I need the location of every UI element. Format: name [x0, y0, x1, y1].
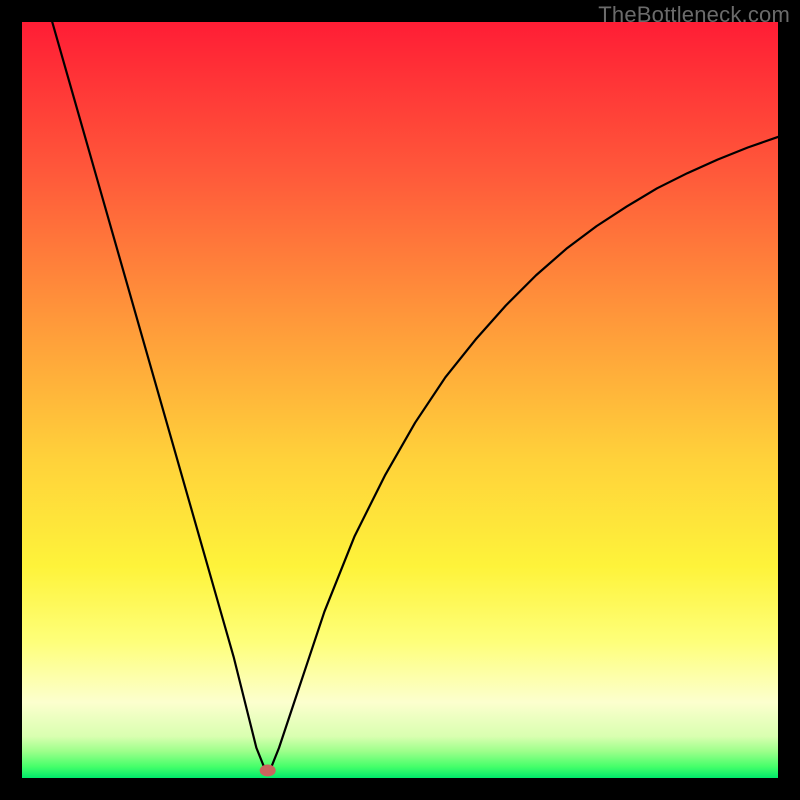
watermark-text: TheBottleneck.com [598, 2, 790, 28]
gradient-background [22, 22, 778, 778]
minimum-marker [260, 764, 276, 776]
plot-svg [22, 22, 778, 778]
plot-area [22, 22, 778, 778]
chart-container: TheBottleneck.com [0, 0, 800, 800]
